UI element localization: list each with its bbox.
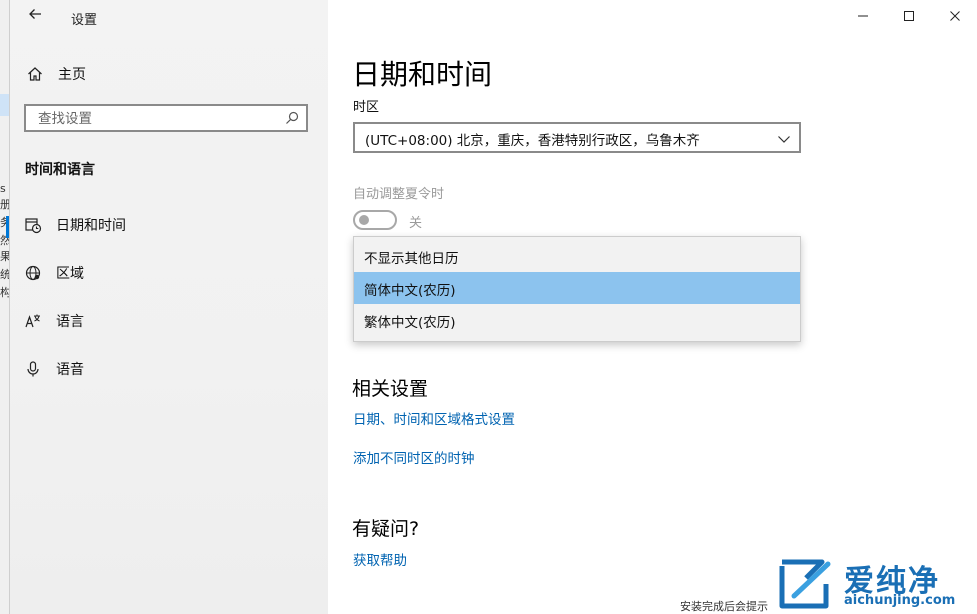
- related-settings-title: 相关设置: [352, 378, 429, 400]
- chevron-down-icon: [777, 131, 791, 145]
- sidebar-section-title: 时间和语言: [25, 162, 95, 178]
- dst-toggle-state: 关: [409, 216, 423, 231]
- sidebar-item-label: 日期和时间: [56, 218, 126, 234]
- background-window-strip: s 册 务 然 果 统 构: [0, 0, 9, 614]
- watermark: 爱纯净 aichunjing.com: [778, 556, 974, 612]
- back-arrow-icon[interactable]: [24, 6, 46, 28]
- calendar-clock-icon: [24, 216, 42, 234]
- background-text: 统: [0, 268, 9, 281]
- sidebar-item-label: 主页: [58, 67, 86, 83]
- globe-icon: [24, 264, 42, 282]
- background-text: 构: [0, 286, 9, 299]
- page-title: 日期和时间: [352, 58, 493, 91]
- home-icon: [26, 65, 44, 83]
- search-icon[interactable]: [284, 110, 300, 126]
- dst-toggle[interactable]: [353, 210, 397, 230]
- calendar-option-simplified-lunar[interactable]: 简体中文(农历): [354, 272, 800, 304]
- sidebar-item-date-time[interactable]: 日期和时间: [24, 213, 126, 237]
- help-title: 有疑问?: [352, 518, 420, 540]
- calendar-option-none[interactable]: 不显示其他日历: [354, 240, 800, 272]
- option-label: 简体中文(农历): [364, 283, 456, 299]
- timezone-label: 时区: [353, 100, 380, 115]
- watermark-logo-icon: [779, 559, 831, 609]
- option-label: 繁体中文(农历): [364, 315, 456, 331]
- option-label: 不显示其他日历: [364, 251, 459, 267]
- sidebar-item-region[interactable]: 区域: [24, 261, 84, 285]
- toggle-knob: [359, 215, 369, 225]
- search-input[interactable]: [36, 109, 280, 129]
- app-title: 设置: [71, 13, 98, 28]
- add-clocks-link[interactable]: 添加不同时区的时钟: [353, 447, 475, 467]
- background-selection-mark: [0, 94, 9, 116]
- timezone-value: (UTC+08:00) 北京，重庆，香港特别行政区，乌鲁木齐: [365, 133, 700, 149]
- settings-window: 设置 主页 时间和语言 日期和时间 区域: [9, 0, 977, 614]
- watermark-en-text: aichunjing.com: [844, 593, 956, 608]
- main-content: 日期和时间 时区 (UTC+08:00) 北京，重庆，香港特别行政区，乌鲁木齐 …: [328, 0, 977, 614]
- date-region-format-link[interactable]: 日期、时间和区域格式设置: [353, 408, 515, 428]
- background-text: 册: [0, 198, 9, 211]
- microphone-icon: [24, 360, 42, 378]
- calendar-option-traditional-lunar[interactable]: 繁体中文(农历): [354, 304, 800, 336]
- sidebar-item-label: 语音: [56, 362, 84, 378]
- background-text: s: [0, 182, 6, 195]
- sidebar-item-speech[interactable]: 语音: [24, 357, 84, 381]
- sidebar-item-home[interactable]: 主页: [26, 62, 86, 86]
- language-icon: [24, 312, 42, 330]
- background-text: 安装完成后会提示: [680, 600, 768, 613]
- sidebar-item-language[interactable]: 语言: [24, 309, 84, 333]
- calendar-dropdown-list: 不显示其他日历 简体中文(农历) 繁体中文(农历): [353, 236, 801, 342]
- search-box[interactable]: [24, 104, 308, 132]
- timezone-select[interactable]: (UTC+08:00) 北京，重庆，香港特别行政区，乌鲁木齐: [353, 122, 801, 153]
- sidebar-item-label: 区域: [56, 266, 84, 282]
- dst-label: 自动调整夏令时: [353, 187, 445, 202]
- background-text: 果: [0, 250, 9, 263]
- sidebar: 设置 主页 时间和语言 日期和时间 区域: [10, 0, 328, 614]
- sidebar-item-label: 语言: [56, 314, 84, 330]
- get-help-link[interactable]: 获取帮助: [353, 549, 407, 569]
